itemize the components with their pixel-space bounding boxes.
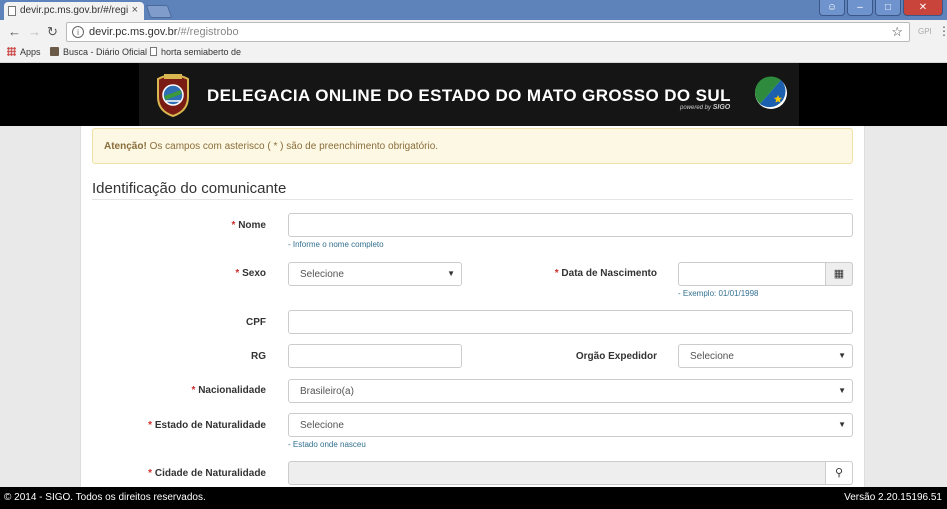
required-asterisk: *: [231, 220, 236, 231]
sexo-label: * Sexo: [235, 268, 266, 279]
browser-title-bar: devir.pc.ms.gov.br/#/regi × ☺ – □ ✕: [0, 0, 947, 20]
data-nascimento-help: - Exemplo: 01/01/1998: [678, 289, 759, 298]
nacionalidade-select[interactable]: Brasileiro(a) ▼: [288, 379, 853, 403]
ms-state-flag-icon: [754, 76, 787, 109]
cpf-label: CPF: [246, 317, 266, 328]
required-asterisk: *: [191, 385, 196, 396]
estado-naturalidade-selected: Selecione: [300, 420, 344, 431]
orgao-expedidor-select[interactable]: Selecione ▼: [678, 344, 853, 368]
reload-icon[interactable]: ↻: [47, 24, 58, 40]
dropdown-caret-icon: ▼: [838, 420, 846, 429]
alert-text: Os campos com asterisco ( * ) são de pre…: [146, 141, 439, 152]
section-title: Identificação do comunicante: [92, 180, 287, 197]
extension-icon[interactable]: GPI: [918, 27, 932, 36]
nome-label: * Nome: [231, 220, 266, 231]
page-favicon-icon: [8, 6, 16, 16]
nacionalidade-selected: Brasileiro(a): [300, 386, 354, 397]
back-arrow-icon[interactable]: ←: [8, 24, 21, 39]
maximize-icon[interactable]: □: [875, 0, 901, 16]
newspaper-icon: [50, 47, 59, 56]
required-asterisk: *: [148, 420, 153, 431]
bookmark-star-icon[interactable]: ☆: [891, 24, 903, 40]
calendar-icon[interactable]: ▦: [825, 262, 853, 286]
site-info-icon[interactable]: i: [72, 26, 84, 38]
cpf-input[interactable]: [288, 310, 853, 334]
dropdown-caret-icon: ▼: [838, 386, 846, 395]
data-nascimento-input[interactable]: ▦: [678, 262, 853, 286]
new-tab-button[interactable]: [145, 5, 173, 18]
cidade-naturalidade-label: * Cidade de Naturalidade: [148, 468, 266, 479]
data-nascimento-label: * Data de Nascimento: [554, 268, 657, 279]
nome-help: - Informe o nome completo: [288, 240, 384, 249]
rg-label: RG: [251, 351, 266, 362]
required-asterisk: *: [554, 268, 559, 279]
page-icon: [150, 47, 157, 56]
banner-title: DELEGACIA ONLINE DO ESTADO DO MATO GROSS…: [207, 86, 731, 105]
estado-naturalidade-select[interactable]: Selecione ▼: [288, 413, 853, 437]
dropdown-caret-icon: ▼: [447, 269, 455, 278]
forward-arrow-icon[interactable]: →: [28, 24, 41, 39]
window-controls: ☺ – □ ✕: [819, 0, 943, 16]
address-bar[interactable]: i devir.pc.ms.gov.br/#/registrobo ☆: [66, 22, 910, 42]
alert-strong: Atenção!: [104, 141, 147, 152]
sexo-select[interactable]: Selecione ▼: [288, 262, 462, 286]
tab-title: devir.pc.ms.gov.br/#/regi: [20, 5, 129, 16]
bookmark-horta-semiaberto[interactable]: horta semiaberto de: [150, 47, 241, 57]
orgao-expedidor-label: Orgão Expedidor: [575, 351, 657, 362]
tab-close-icon[interactable]: ×: [132, 4, 138, 16]
nacionalidade-label: * Nacionalidade: [191, 385, 267, 396]
user-profile-icon[interactable]: ☺: [819, 0, 845, 16]
apps-grid-icon: [7, 47, 16, 56]
browser-tab[interactable]: devir.pc.ms.gov.br/#/regi ×: [4, 2, 144, 20]
close-window-icon[interactable]: ✕: [903, 0, 943, 16]
police-badge-logo: [157, 74, 189, 117]
estado-naturalidade-help: - Estado onde nasceu: [288, 440, 366, 449]
estado-naturalidade-label: * Estado de Naturalidade: [148, 420, 266, 431]
rg-input[interactable]: [288, 344, 462, 368]
footer-copyright: © 2014 - SIGO. Todos os direitos reserva…: [4, 492, 206, 503]
orgao-expedidor-selected: Selecione: [690, 351, 734, 362]
page-footer: © 2014 - SIGO. Todos os direitos reserva…: [0, 487, 947, 509]
address-url: devir.pc.ms.gov.br/#/registrobo: [89, 26, 239, 38]
required-asterisk: *: [148, 468, 153, 479]
nome-input[interactable]: [288, 213, 853, 237]
cidade-naturalidade-input[interactable]: ⚲: [288, 461, 853, 485]
minimize-icon[interactable]: –: [847, 0, 873, 16]
search-icon[interactable]: ⚲: [825, 461, 853, 485]
required-fields-alert: Atenção! Os campos com asterisco ( * ) s…: [92, 128, 853, 164]
browser-toolbar: ← → ↻ i devir.pc.ms.gov.br/#/registrobo …: [0, 20, 947, 44]
bookmark-apps[interactable]: Apps: [7, 47, 41, 57]
required-asterisk: *: [235, 268, 240, 279]
powered-by-sigo: powered by SIGO: [680, 104, 731, 111]
dropdown-caret-icon: ▼: [838, 351, 846, 360]
browser-menu-icon[interactable]: ⋮: [938, 24, 947, 38]
bookmarks-bar: Apps Busca - Diário Oficial horta semiab…: [0, 44, 947, 63]
bookmark-busca-diario-oficial[interactable]: Busca - Diário Oficial: [50, 47, 147, 57]
footer-version: Versão 2.20.15196.51: [844, 492, 942, 503]
section-divider: [92, 199, 853, 200]
sexo-selected: Selecione: [300, 269, 344, 280]
